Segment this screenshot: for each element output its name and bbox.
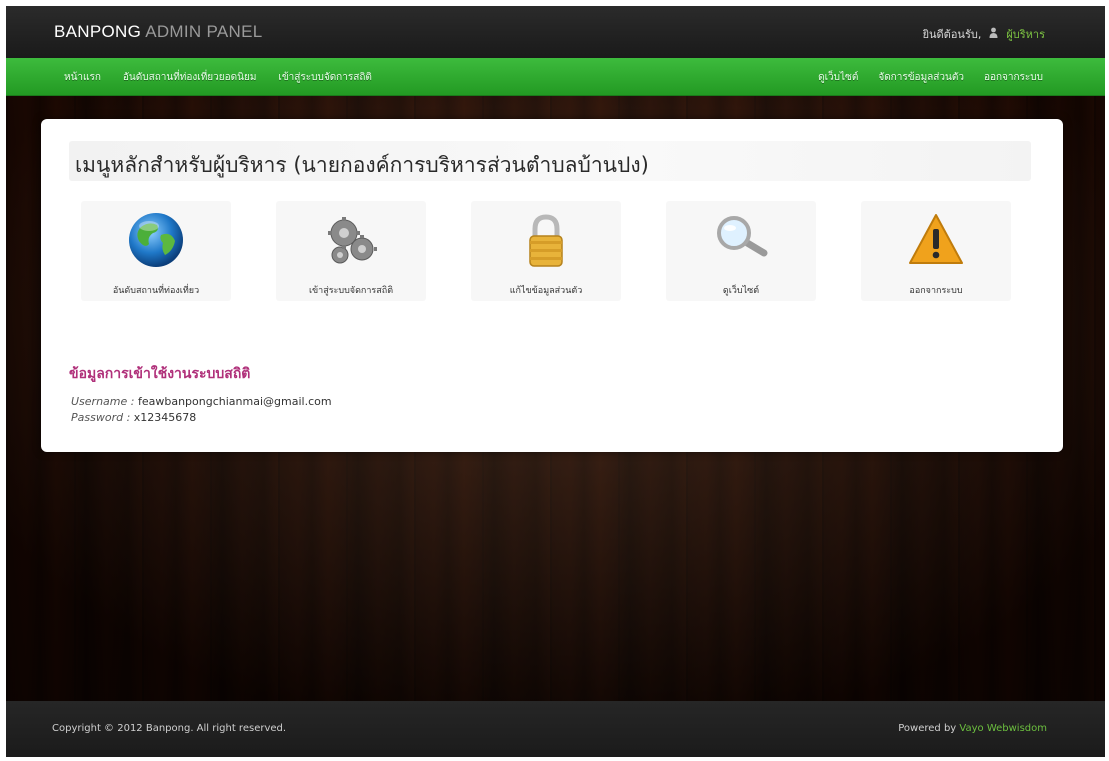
brand-main: BANPONG — [54, 22, 142, 41]
nav-item-home[interactable]: หน้าแรก — [64, 70, 101, 85]
powered-by: Powered by Vayo Webwisdom — [898, 723, 1047, 734]
menu-item-stats[interactable]: เข้าสู่ระบบจัดการสถิติ — [276, 201, 426, 301]
magnifier-icon — [712, 211, 770, 269]
powered-prefix: Powered by — [898, 723, 957, 734]
menu-item-view-site[interactable]: ดูเว็บไซต์ — [666, 201, 816, 301]
main-panel: เมนูหลักสำหรับผู้บริหาร (นายกองค์การบริห… — [41, 119, 1063, 452]
main-nav: หน้าแรก อันดับสถานที่ท่องเที่ยวยอดนิยม เ… — [6, 58, 1105, 96]
stats-heading: ข้อมูลการเข้าใช้งานระบบสถิติ — [69, 366, 251, 382]
nav-item-stats-login[interactable]: เข้าสู่ระบบจัดการสถิติ — [278, 70, 371, 85]
menu-label-ranking: อันดับสถานที่ท่องเที่ยว — [112, 286, 200, 296]
lock-icon — [517, 211, 575, 269]
brand-sub: ADMIN PANEL — [145, 22, 263, 41]
menu-item-ranking[interactable]: อันดับสถานที่ท่องเที่ยว — [81, 201, 231, 301]
menu-label-view-site: ดูเว็บไซต์ — [722, 286, 760, 296]
menu-label-profile: แก้ไขข้อมูลส่วนตัว — [509, 286, 583, 296]
nav-right: ดูเว็บไซต์ จัดการข้อมูลส่วนตัว ออกจากระบ… — [818, 58, 1043, 96]
nav-item-profile[interactable]: จัดการข้อมูลส่วนตัว — [878, 70, 964, 85]
nav-left: หน้าแรก อันดับสถานที่ท่องเที่ยวยอดนิยม เ… — [64, 58, 372, 96]
username-value: feawbanpongchianmai@gmail.com — [137, 395, 332, 408]
user-icon — [989, 27, 998, 41]
brand-logo[interactable]: BANPONG ADMIN PANEL — [54, 22, 263, 42]
password-line: Password : x12345678 — [71, 411, 196, 424]
powered-link[interactable]: Vayo Webwisdom — [959, 723, 1047, 734]
top-header: BANPONG ADMIN PANEL ยินดีต้อนรับ, ผู้บริ… — [6, 6, 1105, 58]
menu-grid: อันดับสถานที่ท่องเที่ยว เข้าสู่ระบบจัดกา… — [81, 201, 1041, 311]
user-box: ยินดีต้อนรับ, ผู้บริหาร — [923, 25, 1045, 43]
menu-label-logout: ออกจากระบบ — [909, 286, 963, 296]
user-name-link[interactable]: ผู้บริหาร — [1006, 25, 1045, 43]
app-window: BANPONG ADMIN PANEL ยินดีต้อนรับ, ผู้บริ… — [6, 6, 1105, 757]
welcome-text: ยินดีต้อนรับ, — [922, 28, 982, 41]
password-label: Password : — [71, 411, 131, 424]
page-title: เมนูหลักสำหรับผู้บริหาร (นายกองค์การบริห… — [75, 153, 649, 177]
username-label: Username : — [71, 395, 135, 408]
footer: Copyright © 2012 Banpong. All right rese… — [6, 701, 1105, 757]
menu-item-logout[interactable]: ออกจากระบบ — [861, 201, 1011, 301]
nav-item-logout[interactable]: ออกจากระบบ — [984, 70, 1043, 85]
nav-item-view-site[interactable]: ดูเว็บไซต์ — [818, 70, 858, 85]
menu-item-profile[interactable]: แก้ไขข้อมูลส่วนตัว — [471, 201, 621, 301]
warning-icon — [907, 211, 965, 269]
gears-icon — [322, 211, 380, 269]
password-value: x12345678 — [133, 411, 197, 424]
username-line: Username : feawbanpongchianmai@gmail.com — [71, 395, 332, 408]
menu-label-stats: เข้าสู่ระบบจัดการสถิติ — [308, 286, 394, 296]
copyright-text: Copyright © 2012 Banpong. All right rese… — [52, 723, 287, 734]
nav-item-ranking[interactable]: อันดับสถานที่ท่องเที่ยวยอดนิยม — [123, 70, 257, 85]
globe-icon — [127, 211, 185, 269]
